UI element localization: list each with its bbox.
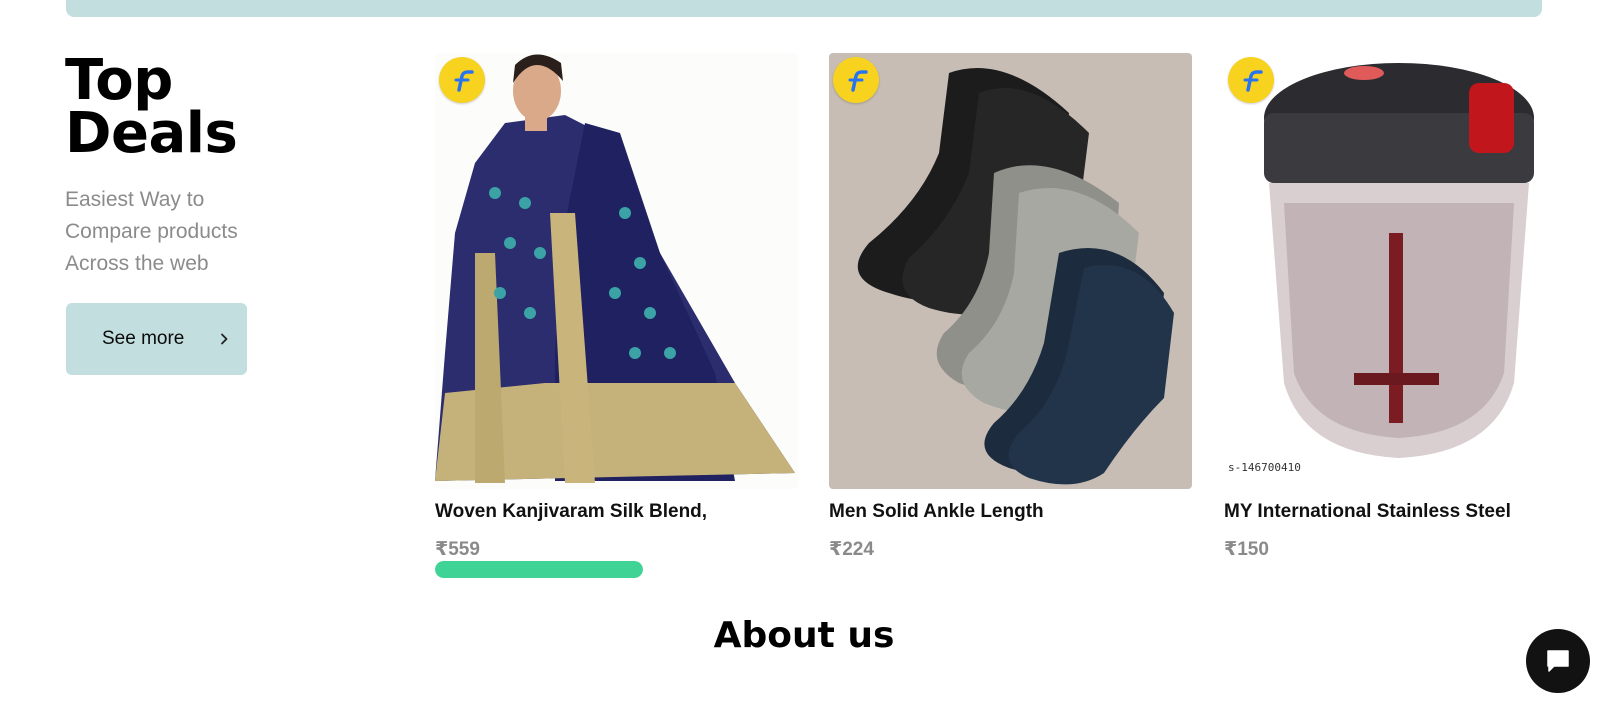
hero-subtitle-line: Across the web (65, 252, 209, 275)
product-price: ₹559 (435, 539, 480, 560)
hero-subtitle-line: Easiest Way to (65, 188, 205, 211)
hero-title-line2: Deals (65, 101, 238, 166)
product-name[interactable]: MY International Stainless Steel (1224, 501, 1511, 523)
hero-subtitle: Easiest Way to Compare products Across t… (65, 184, 285, 280)
product-price: ₹224 (829, 539, 874, 560)
socks-image (829, 53, 1192, 489)
product-price: ₹150 (1224, 539, 1269, 560)
product-card[interactable]: Woven Kanjivaram Silk Blend, ₹559 (435, 53, 798, 578)
product-image[interactable] (435, 53, 798, 489)
see-more-label: See more (102, 328, 185, 349)
saree-image (435, 53, 798, 489)
product-card[interactable]: Men Solid Ankle Length ₹224 (829, 53, 1192, 560)
product-name[interactable]: Men Solid Ankle Length (829, 501, 1044, 523)
chat-button[interactable] (1526, 629, 1590, 693)
hero-title: Top Deals (65, 48, 238, 166)
hero-title-line1: Top (65, 48, 173, 113)
about-us-heading: About us (713, 615, 895, 656)
flipkart-logo-icon (833, 57, 879, 103)
see-more-button[interactable]: See more (66, 303, 247, 375)
product-name[interactable]: Woven Kanjivaram Silk Blend, (435, 501, 707, 523)
hero-subtitle-line: Compare products (65, 220, 238, 243)
product-card[interactable]: s-146700410 MY International Stainless S… (1224, 53, 1587, 560)
top-banner (66, 0, 1542, 17)
flipkart-logo-icon (1228, 57, 1274, 103)
chat-bubble-icon (1547, 650, 1569, 672)
product-image[interactable]: s-146700410 (1224, 53, 1540, 489)
flipkart-logo-icon (439, 57, 485, 103)
deal-progress-fill (435, 561, 643, 578)
product-image[interactable] (829, 53, 1192, 489)
image-code: s-146700410 (1228, 461, 1301, 474)
chopper-image (1224, 53, 1540, 489)
chevron-right-icon (221, 333, 228, 345)
deal-progress-bar (435, 561, 643, 578)
